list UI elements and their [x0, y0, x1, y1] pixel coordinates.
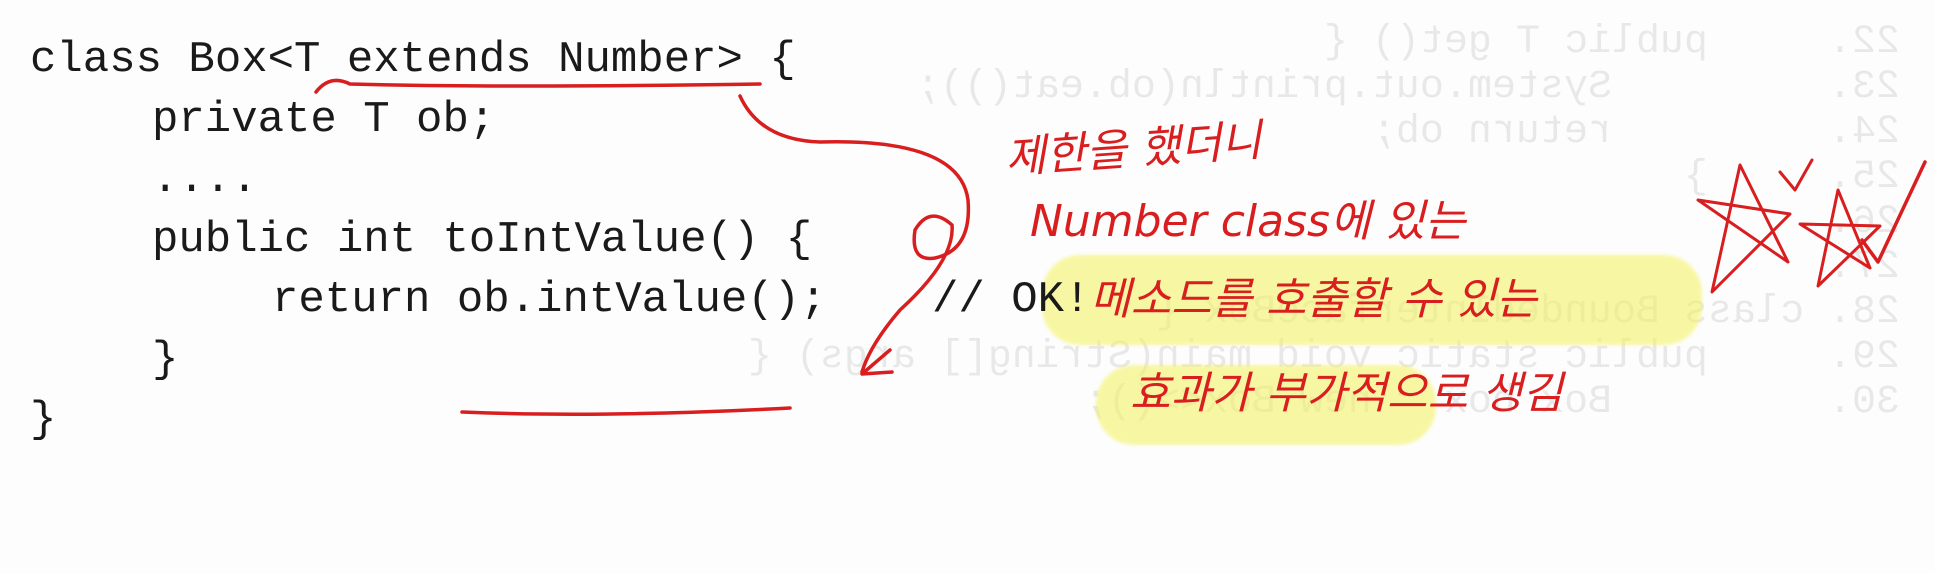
code-comment: // OK! [932, 275, 1091, 325]
annotation-line-3: 메소드를 호출할 수 있는 [1090, 274, 1537, 325]
annotation-line-2: Number class에 있는 [1030, 196, 1466, 247]
scanned-page: 22. public T get() { 23. System.out.prin… [0, 0, 1935, 573]
code-line-7: } [30, 395, 57, 445]
code-line-3: .... [152, 155, 258, 205]
code-line-5: return ob.intValue(); [272, 275, 827, 325]
code-line-1: class Box<T extends Number> { [30, 35, 796, 85]
annotation-line-4: 효과가 부가적으로 생김 [1130, 368, 1563, 419]
code-line-4: public int toIntValue() { [152, 215, 813, 265]
code-line-6: } [152, 335, 179, 385]
underline-intvalue-call [460, 406, 792, 416]
code-line-2: private T ob; [152, 95, 496, 145]
